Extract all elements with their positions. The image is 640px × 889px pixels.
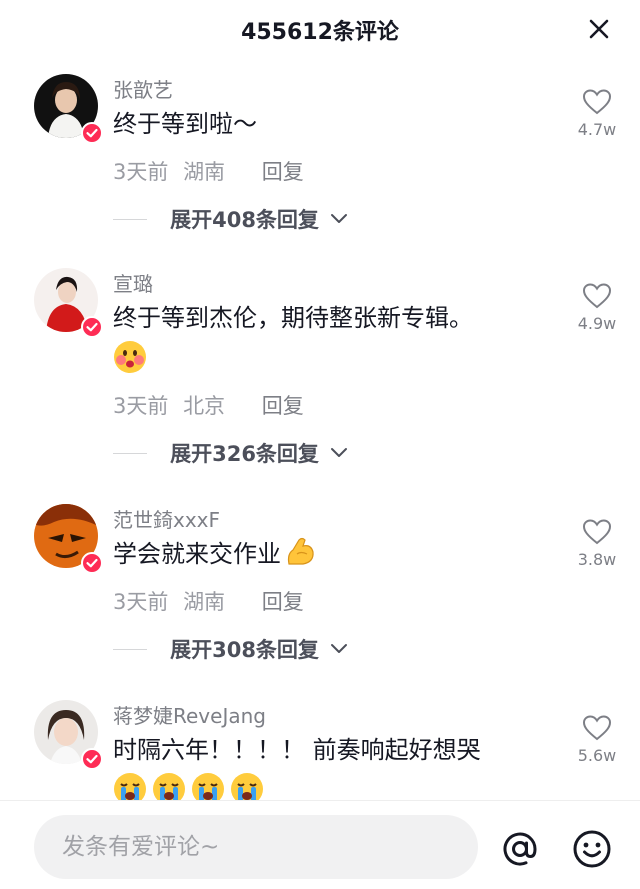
comment-text: 终于等到杰伦，期待整张新专辑。 bbox=[113, 304, 473, 332]
like-button[interactable]: 5.6w bbox=[568, 714, 626, 765]
username[interactable]: 张歆艺 bbox=[113, 74, 173, 103]
chevron-down-icon bbox=[331, 644, 348, 653]
smiley-icon bbox=[573, 830, 611, 868]
flexed-biceps-icon bbox=[287, 537, 314, 565]
comment-text: 终于等到啦～ bbox=[113, 110, 257, 138]
reply-button[interactable]: 回复 bbox=[262, 160, 304, 184]
crying-face-icon bbox=[231, 773, 263, 800]
mention-button[interactable] bbox=[500, 829, 540, 869]
like-count: 4.7w bbox=[577, 120, 617, 139]
crying-face-icon bbox=[192, 773, 224, 800]
comment-time: 3天前 bbox=[113, 160, 169, 184]
comment-text-body: 学会就来交作业 bbox=[113, 540, 281, 568]
at-sign-icon bbox=[503, 832, 537, 866]
like-button[interactable]: 4.7w bbox=[568, 88, 626, 139]
close-icon bbox=[589, 19, 609, 39]
like-count: 5.6w bbox=[577, 746, 617, 765]
comment-location: 湖南 bbox=[183, 160, 226, 184]
expand-replies-button[interactable]: 展开408条回复 bbox=[113, 204, 348, 232]
like-button[interactable]: 4.9w bbox=[568, 282, 626, 333]
avatar[interactable] bbox=[34, 504, 103, 574]
comment-text: 时隔六年！！！！ 前奏响起好想哭 bbox=[113, 736, 481, 764]
comment-location: 北京 bbox=[183, 394, 226, 418]
username[interactable]: 宣璐 bbox=[113, 268, 153, 297]
comment-time: 3天前 bbox=[113, 394, 169, 418]
chevron-down-icon bbox=[331, 214, 348, 223]
verified-badge-icon bbox=[81, 552, 103, 574]
comment-item: 范世錡xxxF 学会就来交作业 3天前 湖南 回复 展开308条回复 3.8w bbox=[0, 504, 640, 674]
reply-button[interactable]: 回复 bbox=[262, 590, 304, 614]
emoji-button[interactable] bbox=[572, 829, 612, 869]
expand-replies-label: 展开408条回复 bbox=[170, 208, 319, 232]
expand-replies-button[interactable]: 展开326条回复 bbox=[113, 438, 348, 466]
username[interactable]: 蒋梦婕ReveJang bbox=[113, 700, 266, 729]
reply-button[interactable]: 回复 bbox=[262, 394, 304, 418]
heart-icon bbox=[582, 715, 612, 741]
avatar[interactable] bbox=[34, 74, 103, 144]
comment-text: 学会就来交作业 bbox=[113, 534, 322, 574]
comment-item: 宣璐 终于等到杰伦，期待整张新专辑。 3天前 北京 回复 展开326条回复 4.… bbox=[0, 268, 640, 468]
avatar[interactable] bbox=[34, 268, 103, 338]
divider-line bbox=[113, 218, 147, 220]
divider-line bbox=[113, 452, 147, 454]
expand-replies-label: 展开326条回复 bbox=[170, 442, 319, 466]
comment-time: 3天前 bbox=[113, 590, 169, 614]
comment-item: 张歆艺 终于等到啦～ 3天前 湖南 回复 展开408条回复 4.7w bbox=[0, 74, 640, 244]
comment-item: 蒋梦婕ReveJang 时隔六年！！！！ 前奏响起好想哭 5.6w bbox=[0, 700, 640, 800]
comments-header: 455612条评论 bbox=[0, 0, 640, 58]
comment-location: 湖南 bbox=[183, 590, 226, 614]
heart-icon bbox=[582, 519, 612, 545]
like-count: 4.9w bbox=[577, 314, 617, 333]
verified-badge-icon bbox=[81, 748, 103, 770]
verified-badge-icon bbox=[81, 316, 103, 338]
avatar[interactable] bbox=[34, 700, 103, 770]
crying-face-icon bbox=[114, 773, 146, 800]
close-button[interactable] bbox=[586, 16, 612, 42]
emoji-line bbox=[113, 772, 269, 800]
like-count: 3.8w bbox=[577, 550, 617, 569]
comment-count-title: 455612条评论 bbox=[241, 20, 399, 45]
chevron-down-icon bbox=[331, 448, 348, 457]
expand-replies-button[interactable]: 展开308条回复 bbox=[113, 634, 348, 662]
comment-input[interactable]: 发条有爱评论~ bbox=[34, 815, 478, 879]
heart-icon bbox=[582, 89, 612, 115]
comment-meta: 3天前 湖南 回复 bbox=[113, 586, 304, 616]
comment-list[interactable]: 张歆艺 终于等到啦～ 3天前 湖南 回复 展开408条回复 4.7w 宣璐 终于… bbox=[0, 58, 640, 800]
like-button[interactable]: 3.8w bbox=[568, 518, 626, 569]
comment-meta: 3天前 北京 回复 bbox=[113, 390, 304, 420]
crying-face-icon bbox=[153, 773, 185, 800]
heart-icon bbox=[582, 283, 612, 309]
verified-badge-icon bbox=[81, 122, 103, 144]
divider-line bbox=[113, 648, 147, 650]
comment-input-bar: 发条有爱评论~ bbox=[0, 801, 640, 889]
blush-face-icon bbox=[114, 341, 146, 373]
emoji-line bbox=[113, 340, 152, 376]
expand-replies-label: 展开308条回复 bbox=[170, 638, 319, 662]
comment-meta: 3天前 湖南 回复 bbox=[113, 156, 304, 186]
username[interactable]: 范世錡xxxF bbox=[113, 504, 220, 533]
